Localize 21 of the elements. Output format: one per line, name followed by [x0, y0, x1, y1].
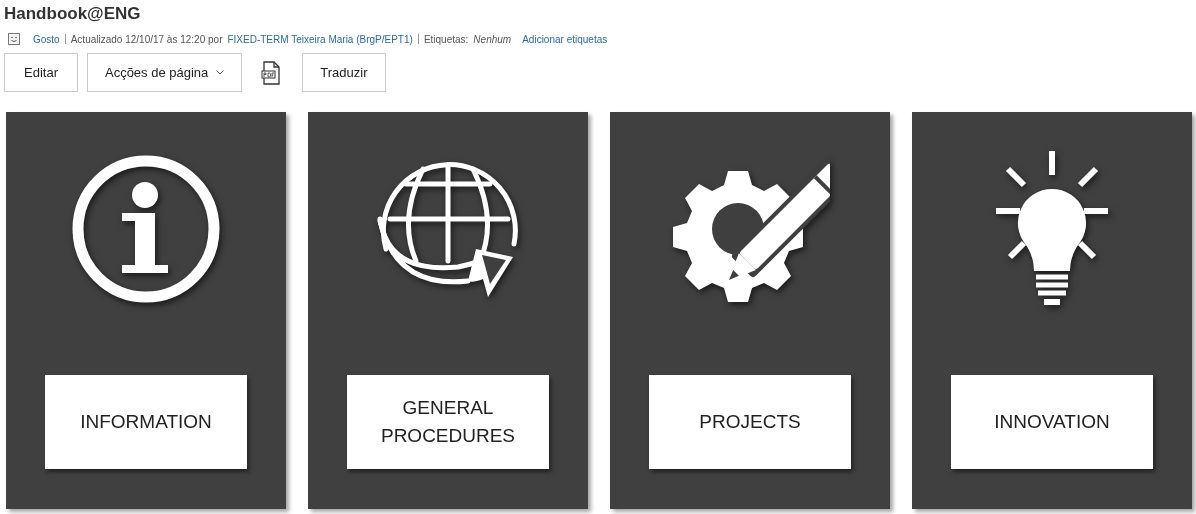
category-card[interactable]: PROJECTS — [610, 112, 890, 509]
smiley-icon — [8, 33, 20, 45]
updated-text: Actualizado 12/10/17 às 12:20 por — [70, 33, 223, 45]
card-label: INNOVATION — [951, 375, 1153, 469]
category-card[interactable]: INNOVATION — [912, 112, 1192, 509]
card-label: GENERAL PROCEDURES — [347, 375, 549, 469]
author-link[interactable]: FIXED-TERM Teixeira Maria (BrgP/EPT1) — [227, 33, 413, 45]
add-tags-link[interactable]: Adicionar etiquetas — [522, 33, 608, 45]
like-link[interactable]: Gosto — [33, 33, 60, 45]
card-label: INFORMATION — [45, 375, 247, 469]
card-label: PROJECTS — [649, 375, 851, 469]
category-card[interactable]: GENERAL PROCEDURES — [308, 112, 588, 509]
tags-value: Nenhum — [473, 33, 512, 45]
toolbar-button[interactable]: Traduzir — [302, 53, 386, 92]
tags-label: Etiquetas: — [423, 33, 469, 45]
page-title: Handbook@ENG — [4, 4, 142, 24]
caret-icon — [216, 70, 225, 75]
toolbar-button[interactable]: Editar — [4, 53, 78, 92]
page-actions-dropdown[interactable]: Acções de página — [86, 53, 243, 92]
category-card[interactable]: INFORMATION — [6, 112, 286, 509]
pdf-icon[interactable] — [261, 60, 282, 85]
